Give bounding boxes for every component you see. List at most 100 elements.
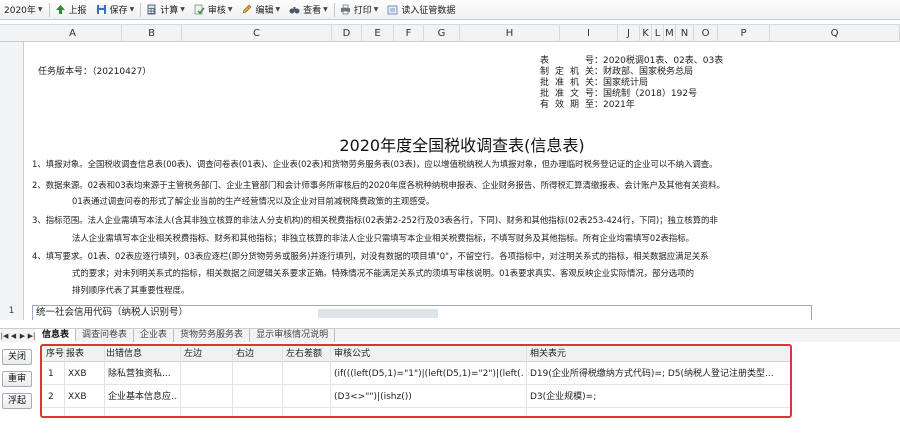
meta-value: ：财政部、国家税务总局 (594, 67, 694, 77)
first-sheet-icon[interactable]: |◀ (0, 332, 9, 340)
grid-header: 序号 报表 出错信息 左边 右边 左右差额 审核公式 相关表元 (42, 346, 790, 362)
column-header[interactable]: E (362, 25, 394, 42)
instruction-2-cont: 01表通过调查问卷的形式了解企业当前的生产经营情况以及企业对目前减税降费政策的主… (72, 196, 435, 206)
column-header-bar: A B C D E F G H I J K L M N O P Q (0, 24, 900, 42)
audit-button[interactable]: 审核 ▼ (190, 1, 238, 19)
chevron-down-icon: ▼ (129, 6, 135, 13)
grid-col-header[interactable]: 序号 (46, 346, 64, 362)
audit-label: 审核 (207, 6, 226, 16)
meta-key: 表 号 (540, 56, 594, 66)
binoculars-icon (289, 4, 300, 15)
pencil-icon (241, 4, 252, 15)
tab-goods-services[interactable]: 货物劳务服务表 (174, 329, 251, 342)
column-header[interactable]: O (694, 25, 718, 42)
tab-audit-notes[interactable]: 显示审核情况说明 (250, 329, 336, 342)
grid-cell: 1 (48, 369, 54, 379)
row-header[interactable]: 1 (0, 306, 23, 316)
upload-icon (55, 4, 66, 15)
meta-line: 批准文号：国统制（2018）192号 (540, 89, 723, 100)
column-header[interactable]: I (560, 25, 618, 42)
toolbar-separator (140, 2, 142, 17)
column-header[interactable]: B (122, 25, 182, 42)
audit-icon (194, 4, 205, 15)
instruction-4-cont2: 排列顺序代表了其重要性程度。 (72, 285, 190, 295)
column-header[interactable]: D (332, 25, 362, 42)
spreadsheet-area[interactable]: 任务版本号：（20210427） 表 号：2020税调01表、02表、03表 制… (24, 42, 900, 320)
chevron-down-icon: ▼ (275, 6, 281, 13)
import-icon (387, 4, 398, 15)
grid-col-header[interactable]: 出错信息 (106, 346, 142, 362)
grid-cell: 2 (48, 392, 54, 402)
chevron-down-icon: ▼ (373, 6, 379, 13)
column-header[interactable]: Q (770, 25, 900, 42)
column-header[interactable]: F (394, 25, 424, 42)
toolbar: 2020年 ▼ 上报 保存 ▼ 计算 ▼ 审核 ▼ 编辑 ▼ 查看 ▼ 打印 ▼ 读入征管数据 (0, 0, 900, 20)
column-header[interactable]: N (676, 25, 694, 42)
credit-code-label: 统一社会信用代码（纳税人识别号） (36, 307, 189, 318)
grid-cell: 企业基本信息应... (108, 392, 178, 402)
tab-enterprise[interactable]: 企业表 (134, 329, 175, 342)
column-header[interactable]: M (664, 25, 676, 42)
instruction-3: 3、指标范围。法人企业需填写本法人(含其非独立核算的非法人分支机构)的相关税费指… (32, 215, 718, 225)
float-button[interactable]: 浮起 (2, 393, 32, 409)
view-button[interactable]: 查看 ▼ (285, 1, 333, 19)
meta-value: ：国家统计局 (594, 78, 649, 88)
column-header[interactable]: A (24, 25, 122, 42)
grid-col-header[interactable]: 左右差额 (286, 346, 322, 362)
grid-row[interactable]: 2 XXB 企业基本信息应... (D3<>"")|(ishz()) D3(企业… (42, 386, 790, 408)
close-button[interactable]: 关闭 (2, 349, 32, 365)
meta-line: 表 号：2020税调01表、02表、03表 (540, 56, 723, 67)
row-header-bar: 1 (0, 42, 24, 320)
print-label: 打印 (353, 6, 372, 16)
column-header[interactable]: H (460, 25, 560, 42)
instruction-4-cont: 式的要求；对未列明关系式的指标，相关数据之间逻辑关系要求正确。特殊情况不能满足关… (72, 268, 695, 278)
reaudit-button[interactable]: 重审 (2, 371, 32, 387)
toolbar-separator (333, 2, 335, 17)
credit-code-row[interactable]: 统一社会信用代码（纳税人识别号） (32, 305, 812, 320)
edit-button[interactable]: 编辑 ▼ (237, 1, 285, 19)
grid-cell: 除私营独资私... (108, 369, 171, 379)
meta-key: 制定机关 (540, 67, 594, 77)
grid-cell: D19(企业所得税缴纳方式代码)=; D5(纳税人登记注册类型... (530, 369, 774, 379)
calculator-icon (146, 4, 157, 15)
year-dropdown[interactable]: 2020年 ▼ (0, 1, 48, 19)
column-header[interactable]: G (424, 25, 460, 42)
column-header[interactable]: C (182, 25, 332, 42)
save-button[interactable]: 保存 ▼ (92, 1, 140, 19)
instruction-1: 1、填报对象。全国税收调查信息表(00表)、调查问卷表(01表)、企业表(02表… (32, 159, 718, 169)
import-button[interactable]: 读入征管数据 (383, 1, 460, 19)
meta-line: 制定机关：财政部、国家税务总局 (540, 67, 723, 78)
meta-value: ：国统制（2018）192号 (594, 89, 698, 99)
grid-col-header[interactable]: 左边 (184, 346, 202, 362)
grid-col-header[interactable]: 报表 (66, 346, 84, 362)
meta-line: 有效期至：2021年 (540, 100, 723, 111)
prev-sheet-icon[interactable]: ◀ (9, 332, 18, 340)
chevron-down-icon: ▼ (227, 6, 233, 13)
upload-button[interactable]: 上报 (51, 1, 92, 19)
column-header[interactable]: K (640, 25, 652, 42)
task-version: 任务版本号：（20210427） (38, 67, 152, 77)
meta-key: 批准文号 (540, 89, 594, 99)
meta-line: 批准机关：国家统计局 (540, 78, 723, 89)
meta-key: 批准机关 (540, 78, 594, 88)
import-label: 读入征管数据 (401, 6, 456, 16)
tab-info[interactable]: 信息表 (36, 329, 77, 342)
column-header[interactable]: P (718, 25, 770, 42)
page-title: 2020年度全国税收调查表(信息表) (339, 136, 585, 155)
calc-button[interactable]: 计算 ▼ (142, 1, 190, 19)
grid-row[interactable]: 1 XXB 除私营独资私... (if(((left(D5,1)="1")|(l… (42, 363, 790, 385)
column-header[interactable]: J (618, 25, 640, 42)
grid-col-header[interactable]: 右边 (236, 346, 254, 362)
chevron-down-icon: ▼ (180, 6, 185, 13)
grid-col-header[interactable]: 相关表元 (530, 346, 566, 362)
print-button[interactable]: 打印 ▼ (336, 1, 384, 19)
chevron-down-icon: ▼ (323, 6, 328, 13)
next-sheet-icon[interactable]: ▶ (18, 332, 27, 340)
grid-col-header[interactable]: 审核公式 (334, 346, 370, 362)
column-header[interactable]: L (652, 25, 664, 42)
instruction-3-cont: 法人企业需填写本企业相关税费指标、财务和其他指标；非独立核算的非法人企业只需填写… (72, 233, 695, 243)
save-label: 保存 (109, 6, 128, 16)
redacted-value (318, 309, 438, 318)
tab-survey[interactable]: 调查问卷表 (76, 329, 135, 342)
last-sheet-icon[interactable]: ▶| (27, 332, 36, 340)
